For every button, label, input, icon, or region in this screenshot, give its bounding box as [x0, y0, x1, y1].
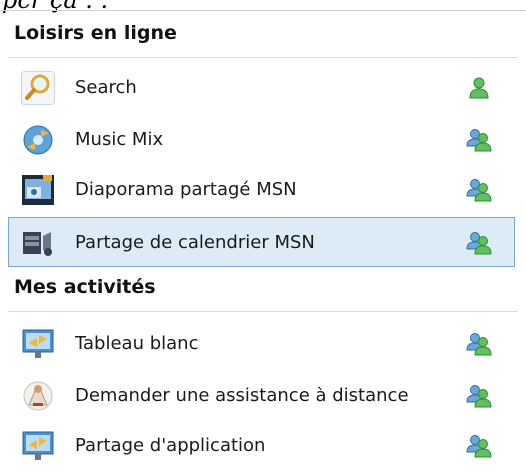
- music-mix-icon: [23, 125, 53, 155]
- section-divider: [8, 311, 518, 312]
- activity-item-music-mix[interactable]: Music Mix: [8, 114, 515, 164]
- top-divider: [0, 10, 526, 11]
- activity-item-calendrier[interactable]: Partage de calendrier MSN: [8, 217, 515, 267]
- search-icon: [21, 71, 55, 105]
- activity-item-assistance[interactable]: Demander une assistance à distance: [8, 370, 515, 420]
- section-header-loisirs: Loisirs en ligne: [0, 14, 526, 58]
- two-people-icon: [466, 129, 492, 152]
- cropped-heading-fragment: pcr ça . .: [2, 0, 109, 14]
- remote-assistance-icon: [23, 381, 53, 411]
- activity-label: Tableau blanc: [75, 333, 199, 354]
- activity-label: Music Mix: [75, 129, 164, 150]
- section-title: Loisirs en ligne: [14, 22, 177, 44]
- activity-label: Partage de calendrier MSN: [75, 232, 315, 253]
- single-person-icon: [469, 77, 489, 99]
- section-divider: [8, 57, 518, 58]
- application-share-icon: [22, 431, 54, 460]
- two-people-icon: [466, 385, 492, 408]
- activity-label: Demander une assistance à distance: [75, 385, 409, 406]
- slideshow-icon: [22, 175, 54, 205]
- activity-item-search[interactable]: Search: [8, 62, 515, 112]
- section-title: Mes activités: [14, 276, 156, 298]
- activity-item-partage-application[interactable]: Partage d'application: [8, 420, 515, 470]
- activity-item-tableau-blanc[interactable]: Tableau blanc: [8, 318, 515, 368]
- two-people-icon: [466, 179, 492, 202]
- activity-label: Partage d'application: [75, 435, 266, 456]
- section-header-mes-activites: Mes activités: [0, 268, 526, 312]
- activity-item-diaporama[interactable]: Diaporama partagé MSN: [8, 164, 515, 214]
- activity-label: Search: [75, 77, 137, 98]
- two-people-icon: [466, 232, 492, 255]
- activity-label: Diaporama partagé MSN: [75, 179, 297, 200]
- two-people-icon: [466, 435, 492, 458]
- two-people-icon: [466, 333, 492, 356]
- whiteboard-icon: [22, 329, 54, 358]
- calendar-share-icon: [23, 232, 52, 256]
